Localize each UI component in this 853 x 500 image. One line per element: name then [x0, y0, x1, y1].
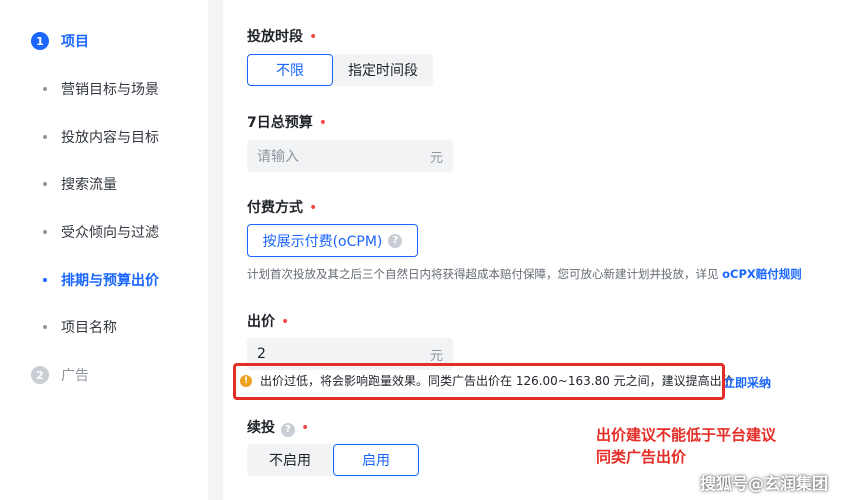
adopt-suggestion-link[interactable]: 立即采纳	[723, 374, 771, 391]
ocpx-rules-link[interactable]: oCPX赔付规则	[722, 267, 802, 281]
sidebar-item-label: 项目名称	[61, 320, 117, 336]
sidebar-item-content-target[interactable]: 投放内容与目标	[43, 127, 159, 147]
payment-hint-text: 计划首次投放及其之后三个自然日内将获得超成本赔付保障，您可放心新建计划并投放，详…	[247, 267, 719, 281]
watermark: 搜狐号@玄润集团	[700, 474, 829, 493]
payment-hint: 计划首次投放及其之后三个自然日内将获得超成本赔付保障，您可放心新建计划并投放，详…	[247, 266, 802, 282]
renew-option-enable[interactable]: 启用	[333, 444, 419, 476]
renew-option-disable[interactable]: 不启用	[247, 444, 333, 476]
annotation-line-2: 同类广告出价	[596, 448, 687, 466]
annotation-line-1: 出价建议不能低于平台建议	[596, 426, 777, 444]
bullet-dot	[43, 325, 47, 329]
payment-button-label: 按展示付费(oCPM)	[262, 233, 383, 250]
required-marker: •	[318, 115, 328, 131]
sidebar-item-project-name[interactable]: 项目名称	[43, 317, 117, 337]
sidebar-item-label: 搜索流量	[61, 177, 117, 193]
step-ad[interactable]: 2 广告	[31, 365, 89, 385]
payment-label: 付费方式 •	[247, 197, 317, 217]
sidebar-item-schedule-budget[interactable]: 排期与预算出价	[43, 270, 159, 290]
bid-value: 2	[257, 346, 266, 362]
step-label: 广告	[61, 368, 89, 384]
sidebar-item-label: 排期与预算出价	[61, 273, 159, 289]
sidebar-item-marketing-goal[interactable]: 营销目标与场景	[43, 79, 159, 99]
annotation-text: 出价建议不能低于平台建议 同类广告出价	[596, 424, 776, 468]
budget-unit: 元	[429, 150, 443, 166]
schedule-selector: 不限 指定时间段	[247, 54, 433, 86]
step-number: 2	[31, 366, 49, 384]
step-sidebar: 1 项目 营销目标与场景 投放内容与目标 搜索流量 受众倾向与过滤 排期与预算出…	[0, 0, 208, 500]
bullet-dot	[43, 182, 47, 186]
renew-label: 续投? •	[247, 417, 309, 437]
budget-label: 7日总预算 •	[247, 112, 327, 132]
bid-label: 出价 •	[247, 311, 289, 331]
help-icon[interactable]: ?	[281, 422, 295, 437]
sidebar-item-search-traffic[interactable]: 搜索流量	[43, 174, 117, 194]
sidebar-item-label: 投放内容与目标	[61, 130, 159, 146]
bullet-dot	[43, 135, 47, 139]
budget-placeholder: 请输入	[257, 149, 299, 165]
renew-selector: 不启用 启用	[247, 444, 419, 476]
schedule-option-unlimited[interactable]: 不限	[247, 54, 333, 86]
payment-ocpm-button[interactable]: 按展示付费(oCPM) ?	[247, 224, 418, 257]
sidebar-item-audience[interactable]: 受众倾向与过滤	[43, 222, 159, 242]
help-icon[interactable]: ?	[388, 233, 403, 248]
bullet-dot	[43, 278, 47, 282]
budget-label-text: 7日总预算	[247, 115, 313, 131]
highlight-box	[233, 363, 725, 400]
step-project[interactable]: 1 项目	[31, 31, 89, 51]
schedule-label: 投放时段 •	[247, 26, 317, 46]
required-marker: •	[301, 420, 310, 436]
step-label: 项目	[61, 34, 89, 50]
bid-unit: 元	[429, 348, 443, 364]
step-number: 1	[31, 32, 49, 50]
required-marker: •	[309, 200, 318, 216]
required-marker: •	[309, 29, 318, 45]
bullet-dot	[43, 230, 47, 234]
budget-input[interactable]: 请输入 元	[247, 140, 453, 172]
bid-label-text: 出价	[247, 314, 275, 330]
schedule-label-text: 投放时段	[247, 29, 303, 45]
required-marker: •	[281, 314, 290, 330]
renew-label-text: 续投	[247, 420, 275, 436]
sidebar-item-label: 营销目标与场景	[61, 82, 159, 98]
schedule-option-time-range[interactable]: 指定时间段	[333, 54, 433, 86]
payment-label-text: 付费方式	[247, 200, 303, 216]
sidebar-item-label: 受众倾向与过滤	[61, 225, 159, 241]
bullet-dot	[43, 87, 47, 91]
